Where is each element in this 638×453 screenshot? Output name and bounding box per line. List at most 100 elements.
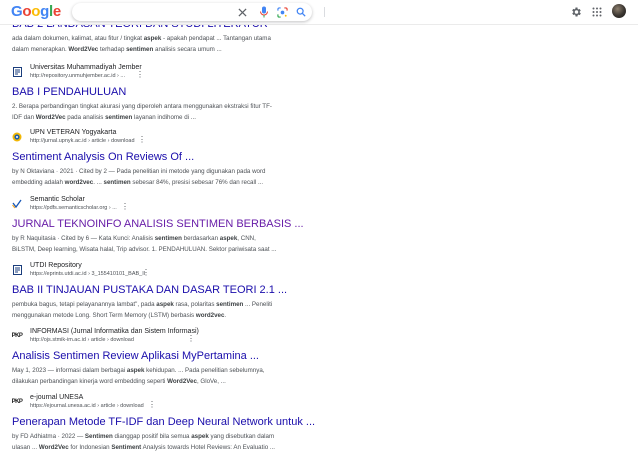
snippet-text: May 1, 2023 — informasi dalam berbagai [12, 367, 127, 374]
snippet-text: terhadap [98, 46, 126, 53]
snippet-line: IDF dan Word2Vec pada analisis sentimen … [12, 113, 292, 124]
google-lens-icon[interactable] [276, 6, 288, 18]
result-source[interactable]: PKPe-journal UNESAhttps://ejournal.unesa… [12, 394, 292, 412]
snippet-text: ... Peneliti [243, 301, 272, 308]
snippet-line: May 1, 2023 — informasi dalam berbagai a… [12, 366, 292, 377]
snippet-text: . [224, 312, 226, 319]
snippet-text: aspek [156, 301, 174, 308]
snippet-text: aspek [144, 35, 162, 42]
snippet-text: Sentiment [111, 444, 141, 451]
more-options-icon[interactable]: ⋮ [187, 335, 195, 343]
result-source[interactable]: Universitas Muhammadiyah Jemberhttp://re… [12, 64, 292, 82]
snippet-text: sentimen [126, 46, 153, 53]
snippet-text: Word2Vec [39, 444, 69, 451]
snippet-text: . ... [93, 179, 103, 186]
snippet-text: menggunakan metode Long. Short Term Memo… [12, 312, 196, 319]
more-options-icon[interactable]: ⋮ [148, 401, 156, 409]
site-favicon-icon: PKP [12, 331, 22, 341]
snippet-text: analisis secara umum ... [153, 46, 221, 53]
snippet-text: Word2Vec [167, 378, 197, 385]
snippet-text: by R Naquitasia · Cited by 6 — Kata Kunc… [12, 235, 155, 242]
search-input[interactable] [80, 5, 234, 21]
site-favicon-icon [12, 67, 22, 77]
result-snippet: May 1, 2023 — informasi dalam berbagai a… [12, 366, 292, 387]
result-title-link[interactable]: Penerapan Metode TF-IDF dan Deep Neural … [12, 416, 292, 429]
site-favicon-icon [12, 132, 22, 142]
snippet-text: - apakah pendapat ... Tantangan utama [161, 35, 271, 42]
result-source[interactable]: UTDI Repositoryhttps://eprints.utdi.ac.i… [12, 262, 292, 280]
more-options-icon[interactable]: ⋮ [121, 203, 129, 211]
more-options-icon[interactable]: ⋮ [136, 71, 144, 79]
site-favicon-icon: PKP [12, 397, 22, 407]
divider [324, 7, 325, 17]
result-title-link[interactable]: BAB II TINJAUAN PUSTAKA DAN DASAR TEORI … [12, 284, 292, 297]
snippet-text: ada dalam dokumen, kalimat, atau fitur /… [12, 35, 144, 42]
result-snippet: pembuka bagus, tetapi pelayanannya lamba… [12, 300, 292, 321]
apps-grid-icon[interactable] [589, 4, 605, 20]
snippet-text: Word2Vec [68, 46, 98, 53]
snippet-text: Word2Vec [36, 114, 66, 121]
result-title-link[interactable]: BAB I PENDAHULUAN [12, 86, 292, 99]
search-result: UTDI Repositoryhttps://eprints.utdi.ac.i… [12, 262, 292, 321]
snippet-text: ulasan ... [12, 444, 39, 451]
snippet-text: yang disebutkan dalam [209, 433, 274, 440]
snippet-line: pembuka bagus, tetapi pelayanannya lamba… [12, 300, 292, 311]
microphone-icon[interactable] [258, 6, 270, 18]
snippet-text: embedding adalah [12, 179, 65, 186]
result-title-link[interactable]: Analisis Sentimen Review Aplikasi MyPert… [12, 350, 292, 363]
snippet-text: dilakukan perbandingan kinerja word embe… [12, 378, 167, 385]
snippet-line: by N Oktaviana · 2021 · Cited by 2 — Pad… [12, 167, 292, 178]
snippet-text: pada analisis [66, 114, 106, 121]
snippet-line: embedding adalah word2vec. ... sentimen … [12, 178, 292, 189]
snippet-line: dilakukan perbandingan kinerja word embe… [12, 377, 292, 388]
site-url: https://eprints.utdi.ac.id › 3_155410101… [30, 271, 145, 278]
result-source[interactable]: UPN VETERAN Yogyakartahttp://jurnal.upny… [12, 129, 292, 147]
snippet-text: for Indonesian [69, 444, 112, 451]
snippet-text: BiLSTM, Deep learning, Wisata halal, Tri… [12, 246, 276, 253]
google-logo[interactable]: Google [11, 4, 61, 20]
top-bar: Google [0, 0, 638, 25]
snippet-text: sentimen [155, 235, 182, 242]
gear-icon[interactable] [568, 4, 584, 20]
logo-letter: o [22, 3, 31, 20]
result-title-link[interactable]: Sentiment Analysis On Reviews Of ... [12, 151, 292, 164]
snippet-text: kehidupan. ... Pada penelitian sebelumny… [144, 367, 264, 374]
snippet-text: IDF dan [12, 114, 36, 121]
more-options-icon[interactable]: ⋮ [142, 269, 150, 277]
snippet-line: by FD Adhiatma · 2022 — Sentimen diangga… [12, 432, 292, 443]
result-snippet: ada dalam dokumen, kalimat, atau fitur /… [12, 34, 292, 55]
result-title-link[interactable]: JURNAL TEKNOINFO ANALISIS SENTIMEN BERBA… [12, 218, 292, 231]
snippet-line: ada dalam dokumen, kalimat, atau fitur /… [12, 34, 292, 45]
search-result: UPN VETERAN Yogyakartahttp://jurnal.upny… [12, 129, 292, 188]
snippet-text: by FD Adhiatma · 2022 — [12, 433, 85, 440]
logo-letter: G [11, 3, 22, 20]
logo-letter: o [31, 3, 40, 20]
snippet-text: berdasarkan [182, 235, 220, 242]
search-box[interactable] [72, 3, 312, 21]
snippet-text: sentimen [105, 114, 132, 121]
site-name: e-journal UNESA [30, 394, 83, 402]
site-url: http://ojs.stmik-im.ac.id › article › do… [30, 337, 134, 344]
close-icon[interactable] [236, 6, 248, 18]
snippet-text: Sentimen [85, 433, 113, 440]
search-icon[interactable] [295, 6, 307, 18]
snippet-text: by N Oktaviana · 2021 · Cited by 2 — Pad… [12, 168, 266, 175]
result-source[interactable]: PKP INFORMASI (Jurnal Informatika dan Sis… [12, 328, 292, 346]
site-name: INFORMASI (Jurnal Informatika dan Sistem… [30, 328, 199, 336]
snippet-text: word2vec [196, 312, 225, 319]
snippet-text: , CNN, [237, 235, 256, 242]
result-source[interactable]: Semantic Scholarhttps://pdfs.semanticsch… [12, 196, 292, 214]
snippet-text: rasa, polaritas [174, 301, 216, 308]
result-snippet: by N Oktaviana · 2021 · Cited by 2 — Pad… [12, 167, 292, 188]
more-options-icon[interactable]: ⋮ [138, 136, 146, 144]
site-favicon-icon [12, 199, 22, 209]
snippet-text: sentimen [104, 179, 131, 186]
logo-letter: g [40, 3, 49, 20]
snippet-text: 2. Berapa perbandingan tingkat akurasi y… [12, 103, 272, 110]
snippet-text: aspek [191, 433, 209, 440]
site-favicon-icon [12, 265, 22, 275]
snippet-line: ulasan ... Word2Vec for Indonesian Senti… [12, 443, 292, 453]
account-avatar[interactable] [612, 4, 626, 18]
snippet-text: Analysis towards Hotel Reviews: An Evalu… [141, 444, 275, 451]
site-url: http://repository.unmuhjember.ac.id › ..… [30, 73, 125, 80]
